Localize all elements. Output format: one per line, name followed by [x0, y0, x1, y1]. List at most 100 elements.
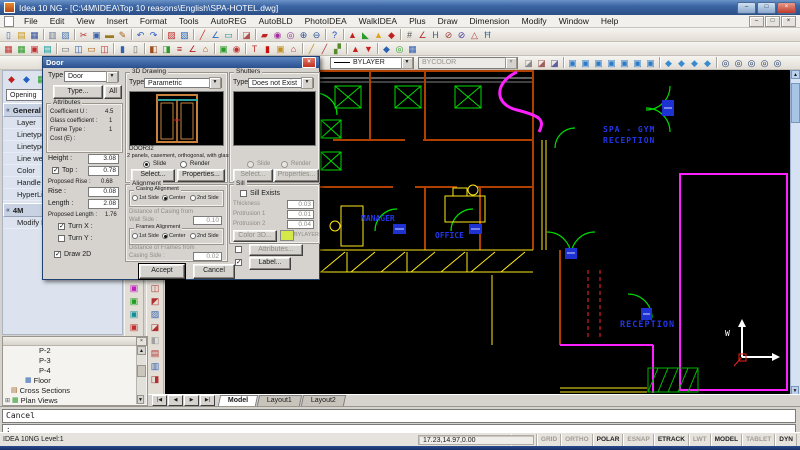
casing-1st-side-radio[interactable] [132, 195, 138, 201]
tab-nav-0[interactable]: |◀ [152, 395, 167, 406]
scroll-up-icon[interactable]: ▲ [137, 346, 146, 355]
format-painter-icon[interactable]: ✎ [116, 29, 129, 41]
osnap-tri-icon[interactable]: △ [468, 29, 481, 41]
iso-view-2-icon[interactable]: ◆ [675, 57, 688, 69]
paste-icon[interactable]: ▬ [103, 29, 116, 41]
menu-view[interactable]: View [70, 16, 100, 26]
status-toggle-etrack[interactable]: ETRACK [654, 434, 689, 446]
close-icon[interactable]: × [136, 337, 147, 346]
menu-autoreg[interactable]: AutoREG [205, 16, 253, 26]
vtool-7-icon[interactable]: ▥ [149, 360, 162, 373]
top-checkbox[interactable] [52, 167, 59, 174]
menu-format[interactable]: Format [134, 16, 173, 26]
draw-2d-checkbox[interactable] [54, 251, 61, 258]
elevation-icon[interactable]: ⌂ [287, 43, 300, 55]
vtool-4-icon[interactable]: ◪ [149, 321, 162, 334]
arrow-green-icon[interactable]: ◣ [359, 29, 372, 41]
arrow-red-icon[interactable]: ▲ [346, 29, 359, 41]
door-type-combo[interactable]: Door▼ [64, 71, 119, 82]
opening-icon[interactable]: ▭ [85, 43, 98, 55]
chevron-down-icon[interactable]: ▼ [209, 77, 221, 89]
menu-walkidea[interactable]: WalkIDEA [353, 16, 403, 26]
tab-layout2[interactable]: Layout2 [301, 395, 346, 406]
coordinates-display[interactable]: 17.23,14.97,0.00 [418, 435, 534, 445]
undo-icon[interactable]: ↶ [134, 29, 147, 41]
view-cube-1-icon[interactable]: ▣ [566, 57, 579, 69]
tab-model[interactable]: Model [218, 395, 259, 406]
iso-view-3-icon[interactable]: ◆ [688, 57, 701, 69]
label-checkbox[interactable] [235, 259, 242, 266]
menu-file[interactable]: File [18, 16, 44, 26]
osnap-h-icon[interactable]: H [429, 29, 442, 41]
chevron-down-icon[interactable]: ▼ [301, 77, 313, 89]
measure-icon[interactable]: ▭ [222, 29, 235, 41]
view-cube-2-icon[interactable]: ▣ [579, 57, 592, 69]
maximize-button[interactable]: □ [757, 2, 776, 14]
warning-icon[interactable]: ▲ [372, 29, 385, 41]
strip-red-icon[interactable]: ▣ [128, 321, 141, 334]
stairs-icon[interactable]: ≡ [173, 43, 186, 55]
erase-a-icon[interactable]: ◪ [522, 57, 535, 69]
status-toggle-esnap[interactable]: ESNAP [623, 434, 653, 446]
view-cube-3-icon[interactable]: ▣ [592, 57, 605, 69]
globe-icon[interactable]: ◎ [393, 43, 406, 55]
wall-double-icon[interactable]: ◫ [72, 43, 85, 55]
mdi-restore-button[interactable]: □ [765, 16, 780, 27]
status-toggle-model[interactable]: MODEL [711, 434, 742, 446]
tab-nav-3[interactable]: ▶| [200, 395, 215, 406]
command-history[interactable]: Cancel [2, 409, 796, 423]
view-cube-6-icon[interactable]: ▣ [631, 57, 644, 69]
cancel-button[interactable]: Cancel [193, 264, 235, 279]
wall-grid-green-icon[interactable]: ▦ [15, 43, 28, 55]
tree-item-plan-views[interactable]: ⊞▦Plan Views [3, 396, 147, 406]
strip-teal-icon[interactable]: ▣ [128, 308, 141, 321]
render-radio[interactable] [180, 161, 187, 168]
view-cube-5-icon[interactable]: ▣ [618, 57, 631, 69]
tree-item-p-4[interactable]: P-4 [3, 366, 147, 376]
status-toggle-lwt[interactable]: LWT [689, 434, 711, 446]
sill-exists-checkbox[interactable] [240, 190, 247, 197]
minimize-button[interactable]: – [737, 2, 756, 14]
frames-2nd-side-radio[interactable] [190, 233, 196, 239]
hatch-tool-icon[interactable]: ▞ [331, 43, 344, 55]
triangle-down-icon[interactable]: ▼ [362, 43, 375, 55]
shutters-type-combo[interactable]: Does not Exist▼ [248, 78, 314, 88]
osnap-none-icon[interactable]: ⊘ [442, 29, 455, 41]
menu-photoidea[interactable]: PhotoIDEA [299, 16, 353, 26]
layer-manager-icon[interactable]: ▧ [178, 29, 191, 41]
grid-small-icon[interactable]: ▣ [28, 43, 41, 55]
cube-3d-icon[interactable]: ◆ [380, 43, 393, 55]
open-icon[interactable]: ▤ [15, 29, 28, 41]
door-tool-icon[interactable]: ◧ [147, 43, 160, 55]
column-outline-icon[interactable]: ▯ [129, 43, 142, 55]
zoom-in-icon[interactable]: ⊕ [297, 29, 310, 41]
status-toggle-ortho[interactable]: ORTHO [561, 434, 592, 446]
menu-autobld[interactable]: AutoBLD [253, 16, 299, 26]
palette-cube-icon[interactable]: ◆ [20, 73, 33, 85]
erase-icon[interactable]: ◪ [240, 29, 253, 41]
door-double-icon[interactable]: ◨ [160, 43, 173, 55]
new-icon[interactable]: ▯ [2, 29, 15, 41]
scrollbar-thumb[interactable] [791, 83, 800, 123]
palette-axes-icon[interactable]: ◆ [5, 73, 18, 85]
properties-button[interactable]: Properties... [177, 169, 225, 182]
pen-red-icon[interactable]: ╱ [318, 43, 331, 55]
osnap-grid-icon[interactable]: # [403, 29, 416, 41]
menu-draw[interactable]: Draw [432, 16, 464, 26]
tree-expander-icon[interactable]: ⊞ [5, 396, 10, 406]
length-field[interactable]: 2.08 [88, 199, 119, 209]
slide-radio[interactable] [143, 161, 150, 168]
tree-scrollbar[interactable]: ▲ ▼ [136, 346, 146, 404]
scroll-down-icon[interactable]: ▼ [137, 395, 144, 404]
status-toggle-grid[interactable]: GRID [537, 434, 561, 446]
menu-help[interactable]: Help [595, 16, 624, 26]
osnap-off-icon[interactable]: ⊘ [455, 29, 468, 41]
status-toggle-tablet[interactable]: TABLET [742, 434, 775, 446]
title-bar[interactable]: Idea 10 NG - [C:\4M\IDEA\Top 10 reasons\… [0, 0, 800, 15]
dialog-title-bar[interactable]: Door × [43, 57, 319, 68]
print-icon[interactable]: ▥ [46, 29, 59, 41]
zoom-1-icon[interactable]: ◎ [719, 57, 732, 69]
draw-line-icon[interactable]: ╱ [196, 29, 209, 41]
match-properties-icon[interactable]: ▨ [165, 29, 178, 41]
status-toggle-polar[interactable]: POLAR [593, 434, 624, 446]
